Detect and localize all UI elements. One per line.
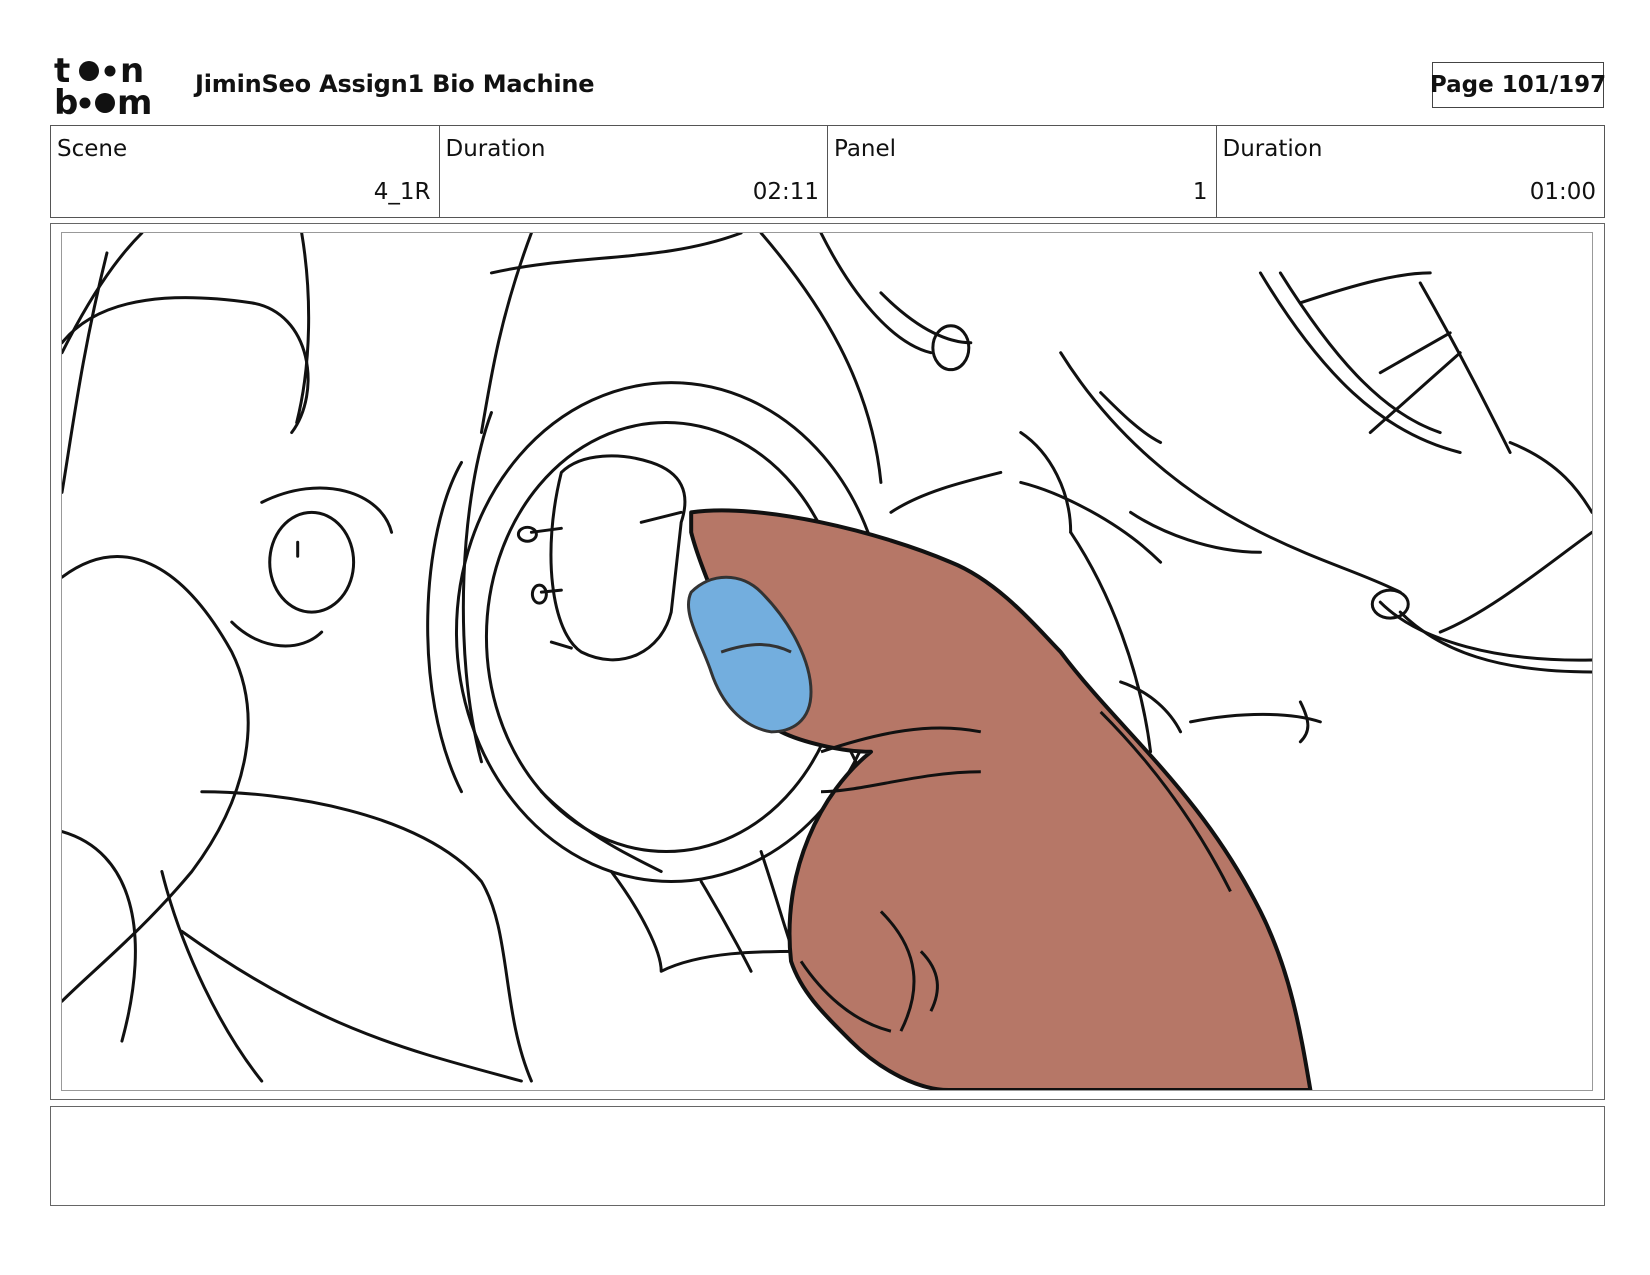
panel-duration-value: 01:00 [1529,179,1596,205]
panel-cell: Panel 1 [828,126,1217,217]
panel-duration-cell: Duration 01:00 [1217,126,1605,217]
panel-value: 1 [1192,179,1208,205]
svg-text:b: b [54,83,78,118]
svg-text:m: m [117,83,152,118]
sketch-drawing [62,233,1592,1090]
scene-duration-value: 02:11 [752,179,819,205]
scene-info-table: Scene 4_1R Duration 02:11 Panel 1 Durati… [50,125,1605,218]
toonboom-logo: t n b m [54,52,172,118]
scene-duration-cell: Duration 02:11 [440,126,828,217]
document-title: JiminSeo Assign1 Bio Machine [195,70,595,98]
page-number: Page 101/197 [1429,72,1607,98]
panel-notes-box [50,1106,1605,1206]
scene-value: 4_1R [373,179,431,205]
scene-duration-label: Duration [445,136,546,162]
panel-label: Panel [834,136,897,162]
storyboard-sketch [61,232,1593,1091]
storyboard-panel [50,223,1605,1100]
page-indicator: Page 101/197 [1429,62,1607,108]
scene-cell: Scene 4_1R [51,126,440,217]
panel-duration-label: Duration [1222,136,1323,162]
scene-label: Scene [57,136,128,162]
